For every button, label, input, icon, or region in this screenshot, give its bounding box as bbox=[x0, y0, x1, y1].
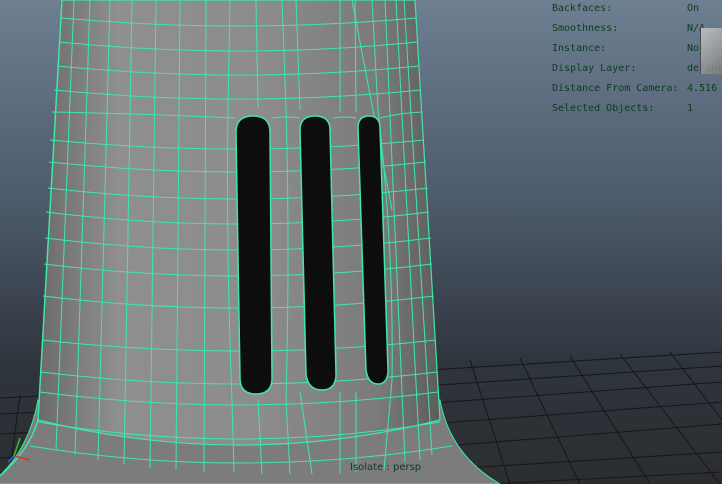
hud-label: Instance: bbox=[552, 43, 607, 54]
hud-value: 1 bbox=[687, 103, 694, 114]
axis-gizmo-icon bbox=[7, 437, 31, 463]
hud-row-smoothness: Smoothness: N/A bbox=[552, 20, 722, 40]
hud-label: Display Layer: bbox=[552, 63, 637, 74]
slot-hole-1[interactable] bbox=[235, 115, 273, 395]
hud-panel: Backfaces: On Smoothness: N/A Instance: … bbox=[552, 0, 722, 120]
perspective-viewport[interactable]: Backfaces: On Smoothness: N/A Instance: … bbox=[0, 0, 722, 484]
hud-label: Distance From Camera: bbox=[552, 83, 679, 94]
hud-label: Selected Objects: bbox=[552, 103, 655, 114]
mesh-slot-group bbox=[235, 115, 389, 395]
hud-label: Backfaces: bbox=[552, 3, 613, 14]
hud-label: Smoothness: bbox=[552, 23, 619, 34]
hud-row-instance: Instance: No bbox=[552, 40, 722, 60]
hud-row-backfaces: Backfaces: On bbox=[552, 0, 722, 20]
hud-value: On bbox=[687, 3, 700, 14]
hud-row-selected-objects: Selected Objects: 1 bbox=[552, 100, 722, 120]
isolate-camera-label: Isolate : persp bbox=[350, 462, 422, 473]
hud-value: 4.516 bbox=[687, 83, 718, 94]
hud-value: No bbox=[687, 43, 700, 54]
hud-row-distance: Distance From Camera: 4.516 bbox=[552, 80, 722, 100]
hud-row-display-layer: Display Layer: default bbox=[552, 60, 722, 80]
slot-hole-2[interactable] bbox=[299, 115, 337, 391]
view-cube-icon[interactable] bbox=[700, 28, 722, 74]
